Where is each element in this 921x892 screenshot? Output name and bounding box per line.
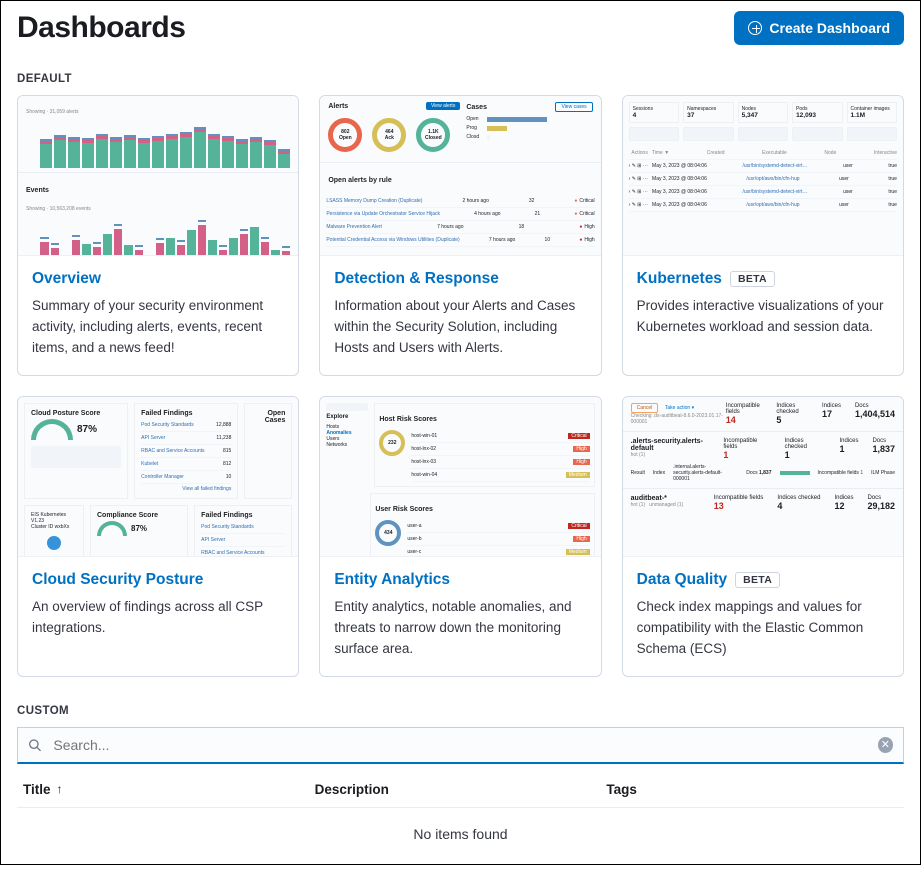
default-cards-grid: Showing · 31,059 alerts [17, 95, 904, 677]
card-overview[interactable]: Showing · 31,059 alerts [17, 95, 299, 376]
card-desc-overview: Summary of your security environment act… [32, 296, 284, 359]
thumb-detection-response: Alerts View alerts 802Open 464Ack 1.1KCl… [320, 96, 600, 256]
sort-ascending-icon: ↑ [57, 782, 63, 796]
thumb-overview: Showing · 31,059 alerts [18, 96, 298, 256]
beta-badge: BETA [730, 271, 775, 287]
thumb-csp: Cloud Posture Score 87% Failed Findings … [18, 397, 298, 557]
card-title-csp: Cloud Security Posture [32, 571, 284, 589]
card-desc-entity-analytics: Entity analytics, notable anomalies, and… [334, 597, 586, 660]
card-desc-detection-response: Information about your Alerts and Cases … [334, 296, 586, 359]
card-desc-kubernetes: Provides interactive visualizations of y… [637, 296, 889, 338]
card-title-kubernetes: Kubernetes BETA [637, 270, 889, 288]
thumb-kubernetes: Sessions4 Namespaces37 Nodes5,347 Pods12… [623, 96, 903, 256]
page-title: Dashboards [17, 11, 185, 45]
beta-badge: BETA [735, 572, 780, 588]
empty-state: No items found [17, 808, 904, 848]
card-cloud-security-posture[interactable]: Cloud Posture Score 87% Failed Findings … [17, 396, 299, 677]
custom-table-header: Title ↑ Description Tags [17, 764, 904, 808]
card-title-detection-response: Detection & Response [334, 270, 586, 288]
column-title[interactable]: Title ↑ [23, 782, 315, 797]
card-desc-csp: An overview of findings across all CSP i… [32, 597, 284, 639]
card-entity-analytics[interactable]: Explore Hosts Anomalies Users Networks H… [319, 396, 601, 677]
search-bar[interactable]: ✕ [17, 727, 904, 764]
thumb-data-quality: Cancel Take action ▾ Checking .ds-auditb… [623, 397, 903, 557]
default-section-label: DEFAULT [17, 73, 904, 85]
card-desc-data-quality: Check index mappings and values for comp… [637, 597, 889, 660]
card-detection-response[interactable]: Alerts View alerts 802Open 464Ack 1.1KCl… [319, 95, 601, 376]
plus-circle-icon [748, 21, 762, 35]
column-description[interactable]: Description [315, 782, 607, 797]
search-input[interactable] [51, 736, 877, 754]
card-data-quality[interactable]: Cancel Take action ▾ Checking .ds-auditb… [622, 396, 904, 677]
card-title-data-quality: Data Quality BETA [637, 571, 889, 589]
card-title-overview: Overview [32, 270, 284, 288]
column-tags[interactable]: Tags [606, 782, 898, 797]
thumb-entity-analytics: Explore Hosts Anomalies Users Networks H… [320, 397, 600, 557]
clear-search-icon[interactable]: ✕ [878, 737, 893, 753]
create-dashboard-label: Create Dashboard [769, 20, 890, 36]
custom-section-label: CUSTOM [17, 705, 904, 717]
card-title-entity-analytics: Entity Analytics [334, 571, 586, 589]
create-dashboard-button[interactable]: Create Dashboard [734, 11, 904, 45]
card-kubernetes[interactable]: Sessions4 Namespaces37 Nodes5,347 Pods12… [622, 95, 904, 376]
search-icon [28, 738, 41, 752]
